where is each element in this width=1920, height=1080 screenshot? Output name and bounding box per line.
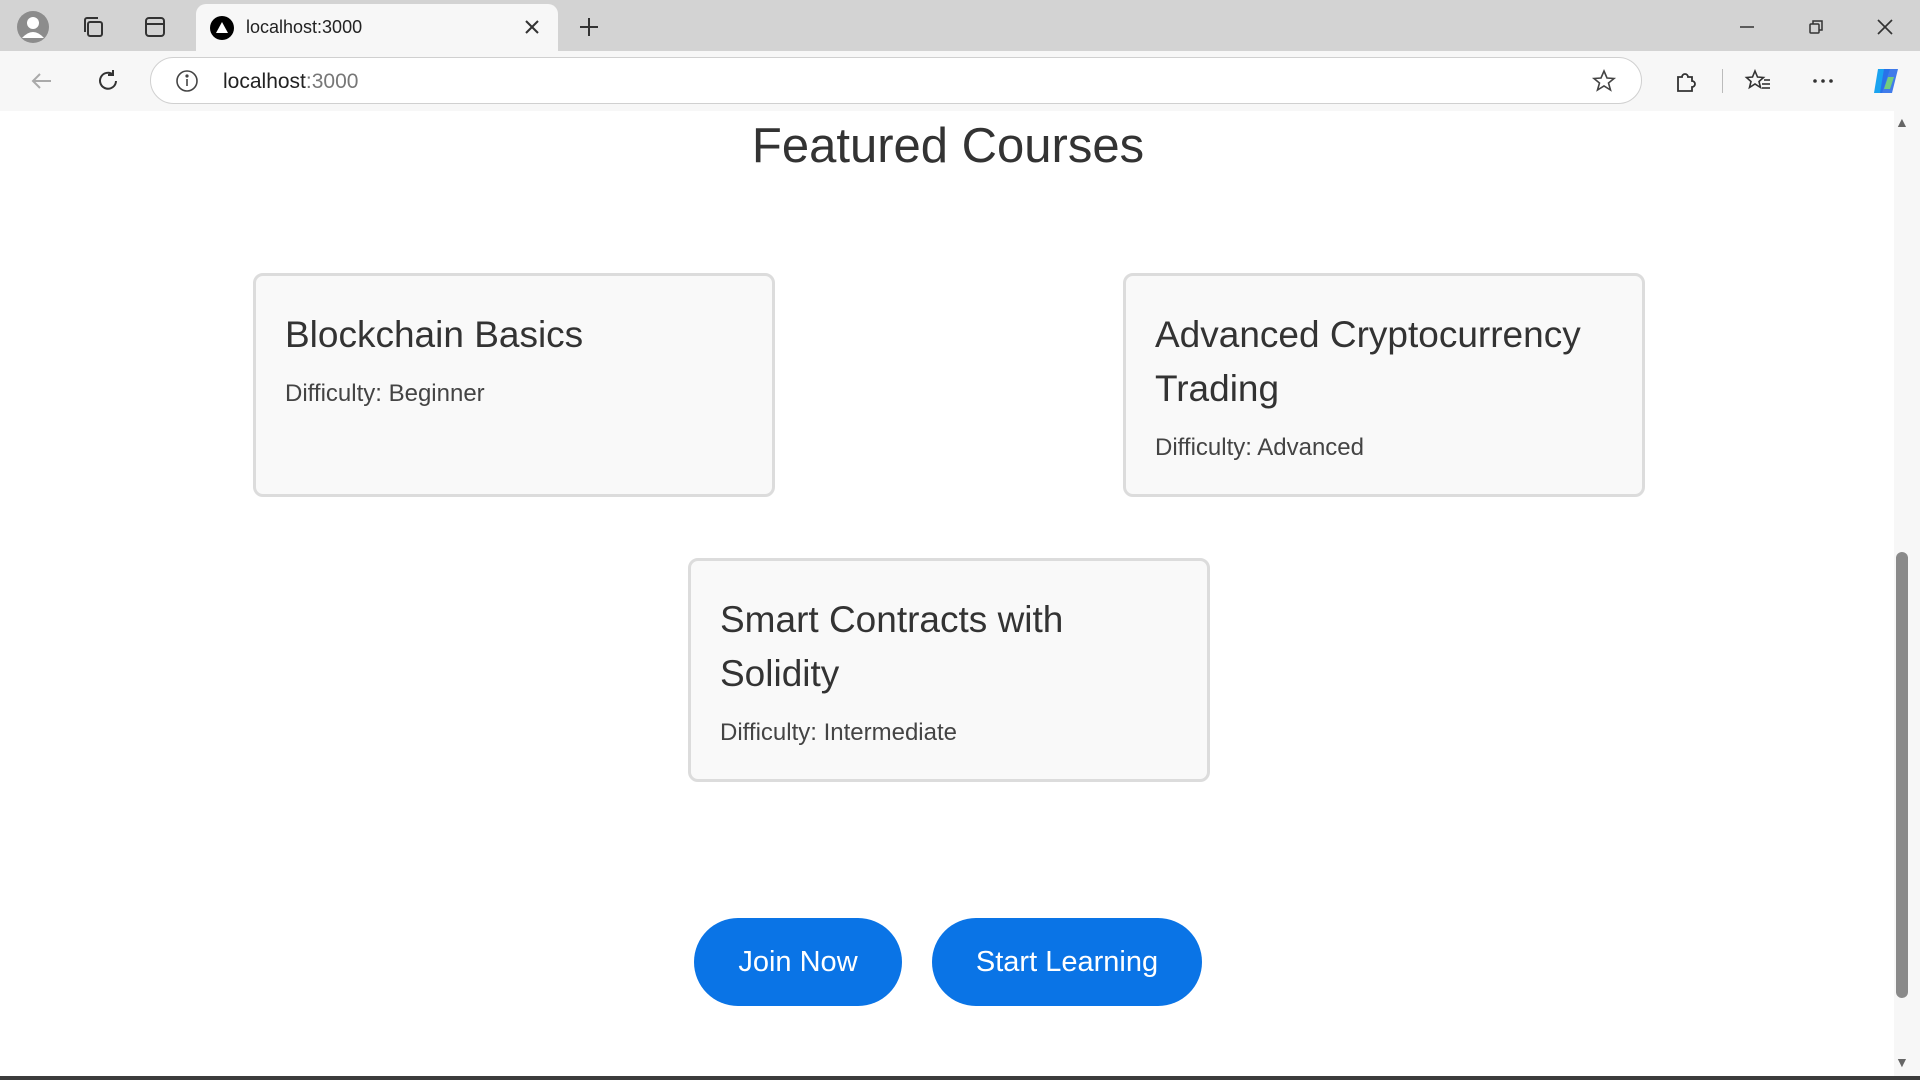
scrollbar-thumb[interactable] — [1896, 552, 1908, 998]
course-difficulty: Difficulty: Beginner — [285, 380, 485, 407]
course-title: Blockchain Basics — [285, 314, 584, 355]
vertical-tabs-icon[interactable] — [138, 10, 172, 44]
join-now-button[interactable]: Join Now — [694, 918, 902, 1006]
course-card[interactable]: Blockchain Basics Difficulty: Beginner — [253, 273, 775, 497]
more-options-icon[interactable] — [1805, 63, 1841, 99]
scroll-up-icon[interactable]: ▲ — [1895, 114, 1909, 130]
restore-icon[interactable] — [1799, 10, 1833, 44]
tab-favicon-icon — [210, 16, 234, 40]
close-window-icon[interactable] — [1868, 10, 1902, 44]
workspaces-icon[interactable] — [76, 10, 110, 44]
url-host: localhost — [223, 70, 306, 93]
tab-title: localhost:3000 — [246, 17, 363, 37]
course-difficulty: Difficulty: Intermediate — [720, 719, 957, 746]
course-card[interactable]: Advanced Cryptocurrency Trading Difficul… — [1123, 273, 1645, 497]
copilot-icon[interactable] — [1866, 61, 1906, 101]
course-card[interactable]: Smart Contracts with Solidity Difficulty… — [688, 558, 1210, 782]
page-title: Featured Courses — [751, 119, 1145, 173]
new-tab-icon[interactable] — [572, 10, 606, 44]
extensions-icon[interactable] — [1668, 63, 1704, 99]
window-bottom-edge — [0, 1076, 1920, 1080]
toolbar-divider — [1722, 69, 1723, 93]
active-tab[interactable]: localhost:3000 — [196, 4, 558, 51]
back-icon[interactable] — [24, 63, 60, 99]
course-title: Advanced Cryptocurrency Trading — [1155, 314, 1581, 409]
close-tab-icon[interactable] — [522, 17, 542, 37]
tab-bar: localhost:3000 — [0, 0, 1920, 51]
scroll-down-icon[interactable]: ▼ — [1895, 1054, 1909, 1070]
favorite-star-icon[interactable] — [1591, 68, 1617, 94]
favorites-icon[interactable] — [1740, 63, 1776, 99]
url-input[interactable]: localhost:3000 — [150, 57, 1642, 104]
course-difficulty: Difficulty: Advanced — [1155, 434, 1365, 461]
url-port: :3000 — [305, 70, 359, 93]
url-text: localhost:3000 — [223, 70, 358, 94]
start-learning-button[interactable]: Start Learning — [932, 918, 1202, 1006]
address-bar-row: localhost:3000 — [0, 51, 1920, 111]
minimize-icon[interactable] — [1730, 10, 1764, 44]
profile-icon[interactable] — [14, 8, 52, 46]
course-title: Smart Contracts with Solidity — [720, 599, 1064, 694]
refresh-icon[interactable] — [90, 63, 126, 99]
site-info-icon[interactable] — [175, 69, 199, 93]
